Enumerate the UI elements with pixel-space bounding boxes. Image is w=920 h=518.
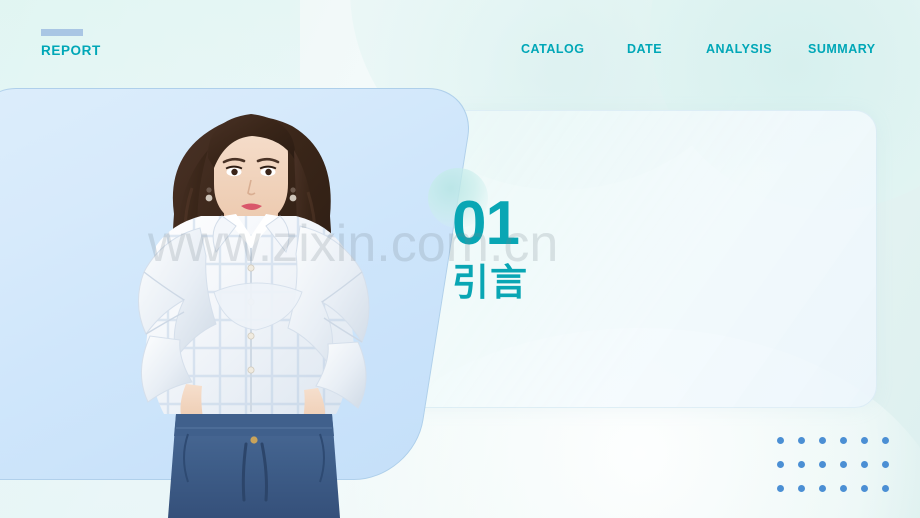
- dot: [777, 461, 784, 468]
- nav-item-summary[interactable]: SUMMARY: [808, 42, 888, 57]
- dot: [861, 437, 868, 444]
- dot: [819, 461, 826, 468]
- brand-accent-bar: [41, 29, 83, 36]
- dot-grid-decoration: [777, 437, 903, 509]
- brand-logo: REPORT: [41, 29, 101, 58]
- dot: [798, 485, 805, 492]
- section-headline: 01 引言: [452, 192, 528, 305]
- brand-name-label: REPORT: [41, 43, 101, 58]
- top-navigation: CATALOG DATE ANALYSIS SUMMARY: [505, 42, 895, 86]
- presentation-slide: RESUME REPORT CATALOG DATE ANALYSIS SUMM…: [0, 0, 920, 518]
- person-photo: [137, 114, 370, 518]
- nav-item-analysis[interactable]: ANALYSIS: [706, 42, 772, 57]
- dot: [882, 461, 889, 468]
- dot: [777, 437, 784, 444]
- dot: [819, 485, 826, 492]
- section-title: 引言: [452, 262, 528, 303]
- dot: [777, 485, 784, 492]
- nav-item-catalog[interactable]: CATALOG: [521, 42, 584, 57]
- dot: [882, 437, 889, 444]
- dot: [840, 461, 847, 468]
- slide-header: REPORT CATALOG DATE ANALYSIS SUMMARY: [0, 0, 920, 88]
- nav-item-date[interactable]: DATE: [627, 42, 662, 57]
- section-number: 01: [452, 189, 520, 258]
- dot: [840, 437, 847, 444]
- dot: [861, 461, 868, 468]
- dot: [882, 485, 889, 492]
- dot: [798, 437, 805, 444]
- dot: [840, 485, 847, 492]
- dot: [819, 437, 826, 444]
- dot: [798, 461, 805, 468]
- dot: [861, 485, 868, 492]
